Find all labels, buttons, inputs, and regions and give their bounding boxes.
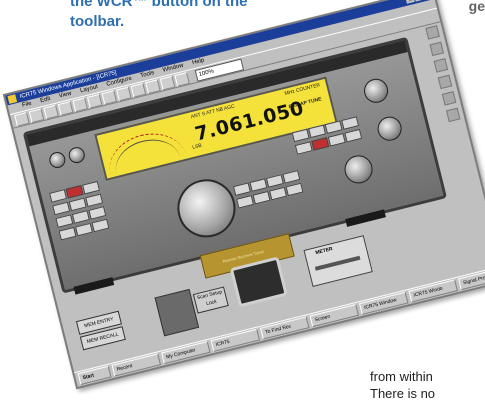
tuning-dial[interactable]	[171, 173, 242, 244]
scan-icon[interactable]	[145, 78, 161, 94]
tool-icon[interactable]	[441, 91, 457, 106]
print-icon[interactable]	[57, 100, 74, 116]
squelch-knob[interactable]	[67, 145, 87, 165]
wcr-icon[interactable]	[159, 75, 176, 90]
display-mode-label: LSB	[191, 142, 203, 151]
taskbar-item[interactable]: My Computer	[161, 341, 211, 365]
panel-button[interactable]	[324, 120, 343, 134]
tool-icon[interactable]	[433, 58, 449, 73]
display-counter-label: MHz COUNTER	[284, 82, 321, 97]
panel-button[interactable]	[311, 137, 330, 151]
panel-button[interactable]	[88, 206, 107, 220]
twin-pbt-knob[interactable]	[375, 114, 405, 144]
meter-widget[interactable]: METER	[303, 235, 373, 287]
keypad-key[interactable]	[282, 170, 301, 184]
meter-widget-label: METER	[314, 246, 334, 257]
scan-setup-button[interactable]: Scan Setup Lock	[192, 286, 229, 314]
memory-icon[interactable]	[130, 82, 147, 98]
right-icon-column	[425, 25, 461, 123]
tool-icon[interactable]	[425, 25, 440, 40]
panel-button[interactable]	[49, 189, 68, 203]
open-folder-icon[interactable]	[28, 107, 45, 123]
tool-icon[interactable]	[437, 74, 453, 90]
tone-knob[interactable]	[341, 152, 376, 187]
taskbar-item[interactable]: Signal Pro	[457, 266, 485, 291]
taskbar-item[interactable]: Screen	[309, 303, 359, 328]
keypad-key[interactable]	[269, 186, 288, 201]
magazine-text-line-1: the WCR™ button on the	[70, 0, 248, 10]
left-button-group	[49, 180, 110, 241]
panel-button[interactable]	[71, 210, 90, 224]
magazine-text-line-2: toolbar.	[70, 13, 125, 30]
radio-icon[interactable]	[115, 86, 132, 101]
rf-gain-knob[interactable]	[361, 76, 391, 106]
panel-button[interactable]	[308, 124, 327, 139]
magazine-text-bottom-line-2: There is no	[370, 386, 436, 401]
taskbar-item[interactable]: ICR75 Window	[358, 291, 409, 315]
copy-icon[interactable]	[86, 93, 103, 109]
panel-button[interactable]	[327, 133, 346, 147]
panel-button[interactable]	[65, 184, 84, 199]
taskbar-item[interactable]: To Find Rec	[260, 316, 310, 340]
app-screenshot: ICR75 Windows Application - [ICR75] _ □ …	[2, 0, 485, 390]
volume-knob[interactable]	[47, 150, 68, 170]
taskbar-item[interactable]: ICR75 Windo	[408, 279, 458, 303]
magazine-text-top-right: ge	[468, 0, 485, 14]
start-button[interactable]: Start	[77, 365, 112, 386]
panel-button[interactable]	[291, 128, 310, 143]
keypad-key[interactable]	[252, 190, 271, 205]
panel-button[interactable]	[58, 226, 77, 241]
taskbar-item[interactable]: ICR75	[210, 328, 260, 352]
cut-icon[interactable]	[72, 96, 88, 112]
magazine-text-bottom-right: from within There is no	[370, 368, 485, 402]
keypad-key[interactable]	[249, 178, 268, 192]
paste-icon[interactable]	[101, 89, 117, 105]
tool-icon[interactable]	[445, 107, 461, 123]
new-file-icon[interactable]	[14, 111, 30, 127]
panel-button[interactable]	[52, 201, 71, 216]
panel-button[interactable]	[294, 141, 313, 155]
save-icon[interactable]	[43, 104, 59, 119]
keypad-key[interactable]	[232, 182, 251, 196]
keypad-key[interactable]	[265, 174, 284, 188]
panel-button[interactable]	[55, 214, 74, 228]
magazine-text-top-left: the WCR™ button on the toolbar.	[70, 0, 300, 32]
taskbar-item[interactable]: Recent	[111, 353, 162, 377]
tool-icon[interactable]	[429, 41, 445, 57]
keypad-key[interactable]	[236, 195, 255, 209]
panel-button[interactable]	[75, 222, 93, 237]
meter-slider-icon	[314, 255, 361, 271]
keypad-key[interactable]	[285, 182, 304, 197]
signal-meter	[102, 119, 194, 204]
panel-button[interactable]	[341, 116, 360, 130]
panel-button[interactable]	[344, 128, 363, 143]
panel-button[interactable]	[68, 197, 87, 212]
help-icon[interactable]	[174, 71, 190, 87]
magazine-text-bottom-line-1: from within	[370, 369, 433, 384]
panel-button[interactable]	[85, 193, 104, 208]
panel-button[interactable]	[91, 218, 110, 233]
panel-button[interactable]	[82, 180, 101, 195]
numeric-keypad	[232, 170, 304, 209]
